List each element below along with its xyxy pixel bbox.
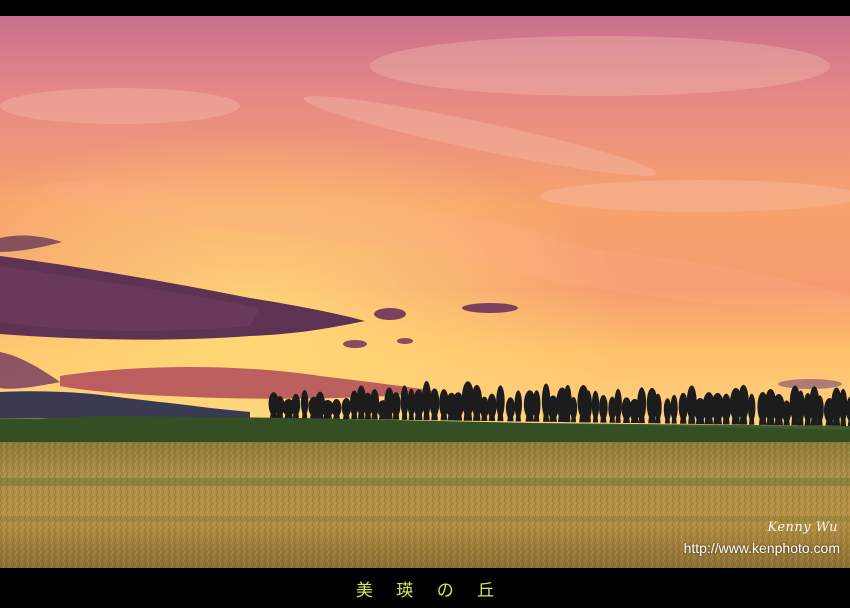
tree-canopy <box>721 393 732 422</box>
tree-canopy <box>341 397 352 417</box>
tree-canopy <box>839 388 848 423</box>
tree-canopy <box>514 390 522 419</box>
tree-canopy <box>591 390 600 420</box>
tree-canopy <box>738 384 749 421</box>
tree-canopy <box>505 397 515 419</box>
photo-caption: 美 瑛 の 丘 <box>355 580 504 601</box>
tree-canopy <box>584 390 592 420</box>
bottom-caption-bar: 美 瑛 の 丘 <box>0 568 850 608</box>
tree-canopy <box>331 398 342 417</box>
tree-canopy <box>815 395 824 423</box>
tree-canopy <box>569 396 578 420</box>
tree-canopy <box>670 394 678 421</box>
tree-canopy <box>496 385 505 418</box>
tree-canopy <box>614 388 622 420</box>
tree-canopy <box>300 389 309 416</box>
tree-canopy <box>532 390 541 419</box>
tree-canopy <box>291 393 301 416</box>
tree-canopy <box>422 380 431 417</box>
tree-canopy <box>747 393 756 422</box>
tree-canopy <box>678 392 688 421</box>
photographer-signature: Kenny Wu <box>767 520 838 535</box>
website-watermark: http://www.kenphoto.com <box>683 540 840 556</box>
tree-canopy <box>429 388 440 418</box>
tree-canopy <box>487 393 497 419</box>
tree-canopy <box>637 387 647 420</box>
tree-canopy <box>654 393 662 421</box>
tree-canopy <box>400 385 409 417</box>
top-frame-bar <box>0 0 850 16</box>
tree-canopy <box>599 394 608 420</box>
sunset-landscape-photo <box>0 16 850 568</box>
tree-canopy <box>391 392 401 417</box>
tree-canopy <box>663 398 672 421</box>
